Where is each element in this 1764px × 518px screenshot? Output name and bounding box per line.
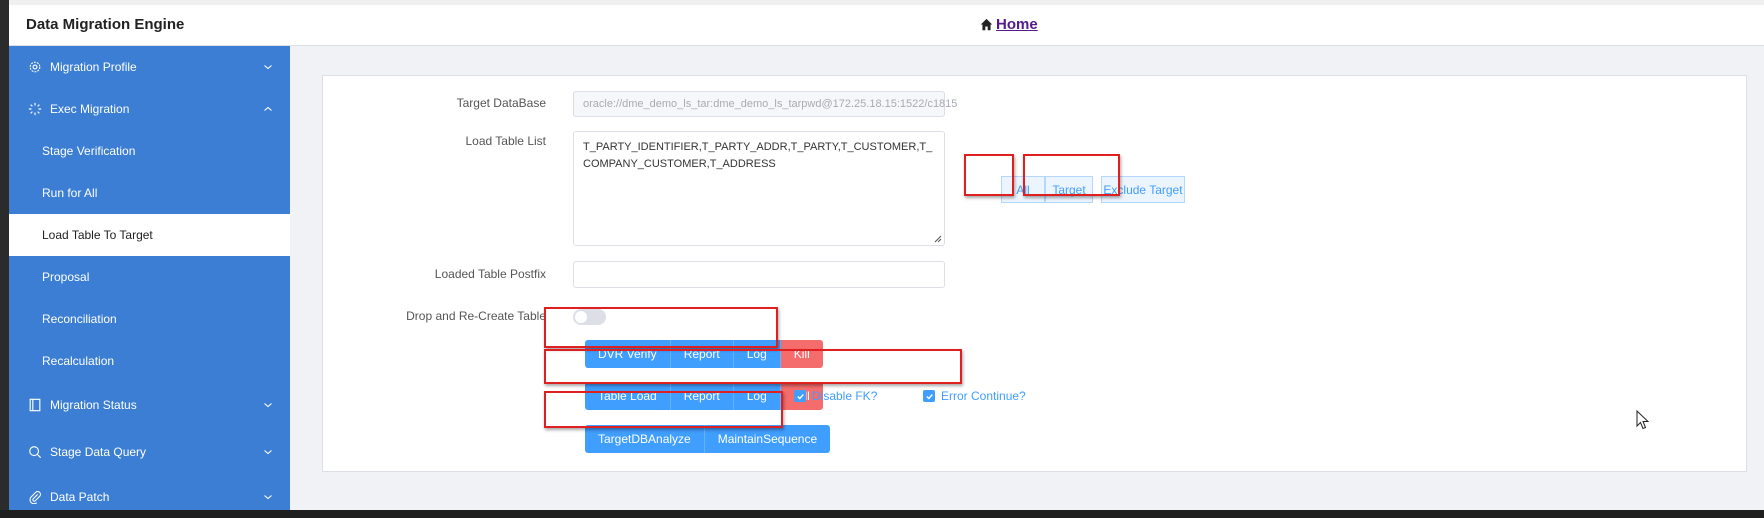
checkbox-checked-icon (923, 390, 935, 402)
load-table-list-textarea[interactable]: T_PARTY_IDENTIFIER,T_PARTY_ADDR,T_PARTY,… (573, 131, 945, 246)
maintain-sequence-button[interactable]: MaintainSequence (704, 425, 831, 453)
home-label: Home (996, 16, 1038, 33)
dvr-kill-button[interactable]: Kill (780, 340, 823, 368)
load-table-list-label: Load Table List (465, 134, 546, 148)
sidebar-subitem-recalculation[interactable]: Recalculation (9, 340, 290, 382)
window-left-edge (0, 0, 9, 510)
sidebar-subitem-label: Recalculation (42, 354, 115, 368)
drop-recreate-label: Drop and Re-Create Table (406, 309, 546, 323)
postfix-label: Loaded Table Postfix (434, 267, 546, 281)
sidebar-item-migration-status[interactable]: Migration Status (9, 384, 290, 426)
toggle-knob (575, 311, 587, 323)
sidebar-item-data-patch[interactable]: Data Patch (9, 476, 290, 518)
filter-exclude-target-button[interactable]: Exclude Target (1101, 176, 1185, 203)
sidebar-item-stage-data-query[interactable]: Stage Data Query (9, 431, 290, 473)
sidebar-subitem-label: Proposal (42, 270, 90, 284)
sidebar-subitem-proposal[interactable]: Proposal (9, 256, 290, 298)
sidebar: Migration Profile Exec Migration Stage V… (9, 46, 290, 510)
sidebar-subitem-label: Stage Verification (42, 144, 136, 158)
disable-fk-checkbox[interactable]: Disable FK? (794, 389, 877, 403)
sidebar-subitem-label: Reconciliation (42, 312, 117, 326)
chevron-down-icon (264, 495, 272, 500)
sidebar-subitem-load-table-to-target[interactable]: Load Table To Target (9, 214, 290, 256)
target-db-field[interactable]: oracle://dme_demo_ls_tar:dme_demo_ls_tar… (573, 91, 957, 117)
dvr-report-button[interactable]: Report (670, 340, 734, 368)
load-table-form-card: Target DataBase oracle://dme_demo_ls_tar… (322, 75, 1747, 472)
main-content: Target DataBase oracle://dme_demo_ls_tar… (290, 46, 1764, 510)
error-continue-checkbox[interactable]: Error Continue? (923, 389, 1026, 403)
load-table-list-value: T_PARTY_IDENTIFIER,T_PARTY_ADDR,T_PARTY,… (583, 141, 933, 170)
search-icon (29, 446, 42, 459)
status-icon (29, 398, 41, 412)
home-icon (980, 18, 993, 31)
app-window: Data Migration Engine Home Migration Pro… (0, 0, 1764, 510)
dvr-button-group: DVR Verify Report Log Kill (585, 340, 823, 368)
chevron-up-icon (264, 106, 272, 111)
filter-all-button[interactable]: All (1001, 176, 1045, 203)
sidebar-subitem-reconciliation[interactable]: Reconciliation (9, 298, 290, 340)
table-load-report-button[interactable]: Report (670, 382, 734, 410)
sidebar-item-label: Migration Status (50, 398, 137, 412)
chevron-down-icon (264, 450, 272, 455)
chevron-down-icon (264, 403, 272, 408)
analyze-button-group: TargetDBAnalyze MaintainSequence (585, 425, 831, 453)
sidebar-item-label: Stage Data Query (50, 445, 147, 459)
postfix-input[interactable] (573, 261, 945, 288)
table-load-log-button[interactable]: Log (733, 382, 781, 410)
exec-icon (28, 102, 42, 116)
checkbox-checked-icon (794, 390, 806, 402)
filter-target-button[interactable]: Target (1045, 176, 1093, 203)
target-db-analyze-button[interactable]: TargetDBAnalyze (585, 425, 705, 453)
sidebar-item-migration-profile[interactable]: Migration Profile (9, 46, 290, 88)
dvr-verify-button[interactable]: DVR Verify (585, 340, 671, 368)
home-link[interactable]: Home (980, 16, 1038, 33)
target-db-label: Target DataBase (456, 96, 546, 110)
sidebar-subitem-label: Run for All (42, 186, 98, 200)
header-bar: Data Migration Engine Home (9, 5, 1764, 46)
sidebar-subitem-stage-verification[interactable]: Stage Verification (9, 130, 290, 172)
mouse-cursor-icon (1636, 410, 1650, 430)
gear-icon (29, 61, 41, 73)
drop-recreate-toggle[interactable] (573, 309, 606, 325)
sidebar-item-label: Data Patch (50, 490, 110, 504)
sidebar-subitem-run-for-all[interactable]: Run for All (9, 172, 290, 214)
table-load-button[interactable]: Table Load (585, 382, 671, 410)
disable-fk-label: Disable FK? (812, 389, 878, 403)
error-continue-label: Error Continue? (941, 389, 1026, 403)
dvr-log-button[interactable]: Log (733, 340, 781, 368)
resize-handle-icon[interactable] (933, 234, 942, 243)
chevron-down-icon (264, 65, 272, 70)
sidebar-subitem-label: Load Table To Target (42, 228, 153, 242)
sidebar-item-label: Exec Migration (50, 102, 130, 116)
app-title: Data Migration Engine (26, 16, 185, 33)
paperclip-icon (29, 491, 41, 504)
sidebar-item-exec-migration[interactable]: Exec Migration (9, 88, 290, 130)
table-load-button-group: Table Load Report Log Kill (585, 382, 823, 410)
sidebar-item-label: Migration Profile (50, 60, 137, 74)
